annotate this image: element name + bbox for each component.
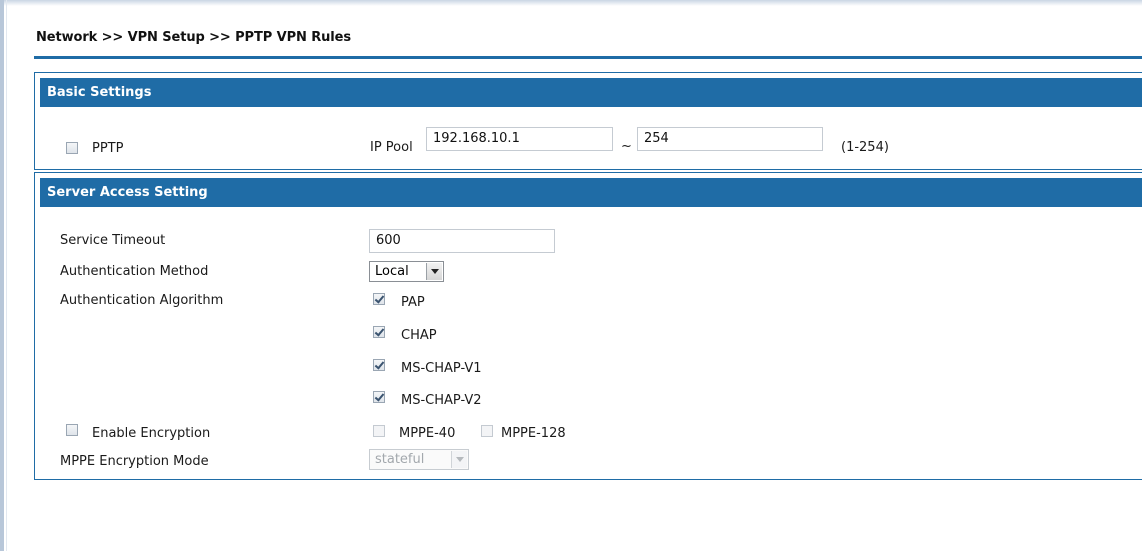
enable-encryption-checkbox[interactable] [66, 424, 78, 436]
server-access-header: Server Access Setting [40, 178, 1142, 207]
ms-chap-v2-checkbox[interactable] [373, 391, 385, 403]
pptp-label: PPTP [92, 141, 124, 156]
ip-pool-label: IP Pool [370, 140, 413, 155]
auth-method-select[interactable]: Local [369, 261, 444, 282]
pap-checkbox[interactable] [373, 293, 385, 305]
mppe-mode-select[interactable]: stateful [369, 449, 469, 470]
mppe-mode-label: MPPE Encryption Mode [60, 454, 209, 469]
chevron-down-icon [426, 263, 442, 280]
breadcrumb: Network >> VPN Setup >> PPTP VPN Rules [36, 30, 351, 45]
basic-settings-section: Basic Settings PPTP IP Pool 192.168.10.1… [34, 72, 1142, 170]
chap-checkbox[interactable] [373, 326, 385, 338]
chap-label: CHAP [401, 328, 437, 343]
ms-chap-v2-label: MS-CHAP-V2 [401, 393, 482, 408]
left-frame-border [0, 0, 4, 551]
title-divider [34, 56, 1142, 59]
ip-pool-start-input[interactable]: 192.168.10.1 [426, 127, 613, 151]
ip-pool-range-hint: (1-254) [841, 140, 889, 155]
auth-method-label: Authentication Method [60, 264, 209, 279]
mppe128-label: MPPE-128 [501, 426, 566, 441]
enable-encryption-label: Enable Encryption [92, 426, 211, 441]
mppe40-checkbox[interactable] [373, 425, 385, 437]
mppe-mode-value: stateful [375, 452, 425, 467]
pap-label: PAP [401, 295, 425, 310]
mppe40-label: MPPE-40 [399, 426, 456, 441]
ip-pool-tilde: ~ [621, 139, 632, 154]
auth-method-value: Local [375, 264, 409, 279]
mppe128-checkbox[interactable] [481, 425, 493, 437]
service-timeout-input[interactable]: 600 [369, 229, 555, 253]
auth-algorithm-label: Authentication Algorithm [60, 293, 224, 308]
left-frame-border-inner [6, 0, 7, 551]
chevron-down-icon [451, 451, 467, 468]
basic-settings-header: Basic Settings [40, 78, 1142, 107]
service-timeout-label: Service Timeout [60, 233, 166, 248]
ip-pool-end-input[interactable]: 254 [637, 127, 823, 151]
top-gradient [0, 0, 1142, 6]
pptp-checkbox[interactable] [66, 142, 78, 154]
ms-chap-v1-label: MS-CHAP-V1 [401, 361, 482, 376]
ms-chap-v1-checkbox[interactable] [373, 359, 385, 371]
server-access-section: Server Access Setting Service Timeout 60… [34, 172, 1142, 480]
